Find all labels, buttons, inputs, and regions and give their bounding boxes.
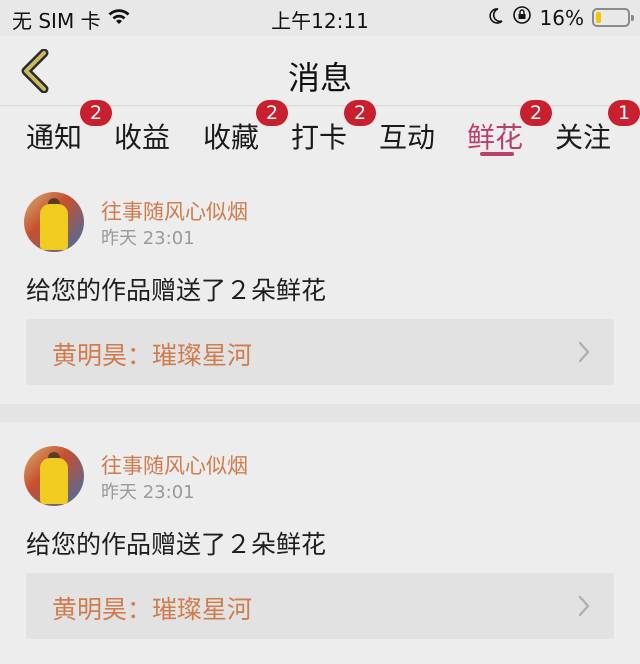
status-bar: 无 SIM 卡 上午12:11 16% xyxy=(0,0,640,36)
message-time: 昨天 23:01 xyxy=(101,482,195,503)
message-text: 给您的作品赠送了２朵鲜花 xyxy=(26,276,327,305)
work-link-text: 黄明昊：璀璨星河 xyxy=(52,341,253,370)
screen: 无 SIM 卡 上午12:11 16% 消息 通知 2 收益 收藏 2 打卡 2… xyxy=(0,0,640,664)
tab-favorites[interactable]: 收藏 xyxy=(203,116,259,156)
tab-bar: 通知 2 收益 收藏 2 打卡 2 互动 鲜花 2 关注 1 xyxy=(0,100,640,168)
tab-flowers-badge: 2 xyxy=(520,100,552,126)
tab-interaction[interactable]: 互动 xyxy=(379,116,435,156)
page-title: 消息 xyxy=(287,59,352,97)
avatar[interactable] xyxy=(24,446,84,506)
chevron-right-icon xyxy=(578,341,590,363)
message-time: 昨天 23:01 xyxy=(101,228,195,249)
battery-icon xyxy=(592,8,634,27)
nav-bar: 消息 xyxy=(0,36,640,106)
work-link[interactable]: 黄明昊：璀璨星河 xyxy=(26,573,614,639)
message-card: 往事随风心似烟 昨天 23:01 给您的作品赠送了２朵鲜花 黄明昊：璀璨星河 xyxy=(0,168,640,404)
work-link[interactable]: 黄明昊：璀璨星河 xyxy=(26,319,614,385)
tab-following-badge: 1 xyxy=(608,100,640,126)
sender-name[interactable]: 往事随风心似烟 xyxy=(101,196,248,226)
tab-earnings[interactable]: 收益 xyxy=(114,116,170,156)
status-indicators: 16% xyxy=(486,5,634,30)
tab-checkin-badge: 2 xyxy=(344,100,376,126)
work-link-text: 黄明昊：璀璨星河 xyxy=(52,595,253,624)
card-divider xyxy=(0,404,640,422)
message-card: 往事随风心似烟 昨天 23:01 给您的作品赠送了２朵鲜花 黄明昊：璀璨星河 xyxy=(0,422,640,664)
tab-notifications-badge: 2 xyxy=(80,100,112,126)
sender-name[interactable]: 往事随风心似烟 xyxy=(101,450,248,480)
battery-level xyxy=(596,12,601,23)
moon-icon xyxy=(486,6,504,30)
active-tab-indicator xyxy=(480,152,514,156)
tab-following[interactable]: 关注 xyxy=(555,116,611,156)
tab-notifications[interactable]: 通知 xyxy=(26,116,82,156)
message-text: 给您的作品赠送了２朵鲜花 xyxy=(26,530,327,559)
tab-checkin[interactable]: 打卡 xyxy=(291,116,347,156)
battery-percent: 16% xyxy=(539,5,584,30)
orientation-lock-icon xyxy=(512,5,532,30)
chevron-right-icon xyxy=(578,595,590,617)
avatar[interactable] xyxy=(24,192,84,252)
tab-flowers[interactable]: 鲜花 xyxy=(467,116,523,156)
tab-favorites-badge: 2 xyxy=(256,100,288,126)
